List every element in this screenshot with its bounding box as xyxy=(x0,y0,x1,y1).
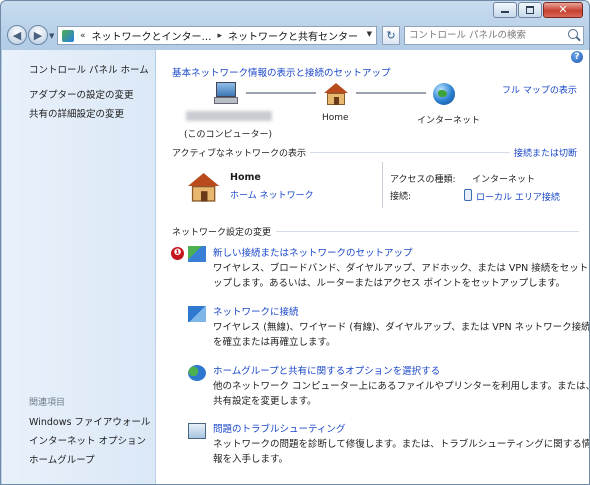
local-area-connection-label: ローカル エリア接続 xyxy=(476,193,560,203)
address-bar[interactable]: « ネットワークとインター… ▸ ネットワークと共有センター ▼ xyxy=(57,26,377,45)
troubleshoot-icon xyxy=(188,423,206,439)
sidebar-change-adapter-settings[interactable]: アダプターの設定の変更 xyxy=(29,87,134,101)
connection-line xyxy=(246,92,316,94)
new-connection-icon xyxy=(188,246,206,262)
sidebar: コントロール パネル ホーム アダプターの設定の変更 共有の詳細設定の変更 関連… xyxy=(2,50,155,484)
troubleshoot-link[interactable]: 問題のトラブルシューティング xyxy=(213,421,345,435)
breadcrumb-network-internet[interactable]: ネットワークとインター… xyxy=(92,28,212,43)
callout-number-badge: ❶ xyxy=(171,247,184,260)
title-bar: ✕ xyxy=(1,1,589,23)
search-box[interactable] xyxy=(404,26,584,45)
troubleshoot-desc-line1: ネットワークの問題を診断して修復します。または、トラブルシューティングに関する情 xyxy=(213,439,590,450)
full-map-link[interactable]: フル マップの表示 xyxy=(502,83,577,96)
window: ✕ ◀ ▶ ▼ « ネットワークとインター… ▸ ネットワークと共有センター ▼… xyxy=(0,0,590,485)
setup-new-connection-desc-line2: ップします。あるいは、ルーターまたはアクセス ポイントをセットアップします。 xyxy=(213,278,566,289)
sidebar-change-advanced-sharing[interactable]: 共有の詳細設定の変更 xyxy=(29,106,124,120)
network-name: Home xyxy=(230,172,261,183)
connect-to-network-link[interactable]: ネットワークに接続 xyxy=(213,304,299,318)
address-dropdown-icon[interactable]: ▼ xyxy=(367,30,372,38)
refresh-button[interactable]: ↻ xyxy=(382,26,400,45)
main-content: ? 基本ネットワーク情報の表示と接続のセットアップ フル マップの表示 (このコ… xyxy=(156,50,589,484)
access-type-value: インターネット xyxy=(472,175,536,185)
connections-label: 接続: xyxy=(390,192,412,202)
home-caption: Home xyxy=(322,113,349,123)
search-input[interactable] xyxy=(409,28,559,43)
help-icon[interactable]: ? xyxy=(571,51,583,63)
back-button[interactable]: ◀ xyxy=(7,25,27,45)
refresh-icon: ↻ xyxy=(386,29,396,42)
setup-new-connection-desc-line1: ワイヤレス、ブロードバンド、ダイヤルアップ、アドホック、または VPN 接続をセ… xyxy=(213,263,590,274)
back-arrow-icon: ◀ xyxy=(12,28,22,42)
sidebar-homegroup[interactable]: ホームグループ xyxy=(29,452,95,466)
active-networks-title: アクティブなネットワークの表示 xyxy=(172,149,307,159)
connection-line xyxy=(356,92,426,94)
computer-caption: (このコンピューター) xyxy=(184,130,273,140)
vertical-divider xyxy=(382,162,383,208)
access-type-label: アクセスの種類: xyxy=(390,175,456,185)
homegroup-sharing-icon xyxy=(188,365,206,381)
breadcrumb-network-sharing-center[interactable]: ネットワークと共有センター xyxy=(228,28,358,43)
homegroup-sharing-desc-line1: 他のネットワーク コンピューター上にあるファイルやプリンターを利用します。または… xyxy=(213,381,590,392)
internet-globe-icon xyxy=(433,83,455,105)
computer-name-redacted xyxy=(186,111,272,121)
internet-caption: インターネット xyxy=(417,116,481,126)
setup-new-connection-link[interactable]: 新しい接続またはネットワークのセットアップ xyxy=(213,245,413,259)
homegroup-sharing-desc-line2: 共有設定を変更します。 xyxy=(213,396,317,407)
close-button[interactable]: ✕ xyxy=(543,2,583,18)
connect-to-network-desc-line1: ワイヤレス (無線)、ワイヤード (有線)、ダイヤルアップ、または VPN ネッ… xyxy=(213,322,590,333)
homegroup-sharing-link[interactable]: ホームグループと共有に関するオプションを選択する xyxy=(213,363,440,377)
forward-button[interactable]: ▶ xyxy=(28,25,48,45)
control-panel-icon xyxy=(62,29,74,42)
window-controls: ✕ xyxy=(492,2,583,18)
ethernet-icon xyxy=(464,189,472,201)
minimize-icon xyxy=(501,7,509,13)
maximize-button[interactable] xyxy=(518,2,542,18)
local-area-connection-link[interactable]: ローカル エリア接続 xyxy=(464,189,560,203)
sidebar-internet-options[interactable]: インターネット オプション xyxy=(29,433,146,447)
change-settings-title: ネットワーク設定の変更 xyxy=(172,228,272,238)
close-icon: ✕ xyxy=(558,3,568,16)
connect-to-network-desc-line2: を確立または再確立します。 xyxy=(213,337,336,348)
breadcrumb-separator[interactable]: ▸ xyxy=(218,31,223,41)
navigation-bar: ◀ ▶ ▼ « ネットワークとインター… ▸ ネットワークと共有センター ▼ ↻ xyxy=(1,23,589,49)
minimize-button[interactable] xyxy=(493,2,517,18)
address-overflow[interactable]: « xyxy=(80,31,86,41)
network-type-link[interactable]: ホーム ネットワーク xyxy=(230,188,314,201)
search-icon[interactable] xyxy=(568,29,578,39)
sidebar-windows-firewall[interactable]: Windows ファイアウォール xyxy=(29,414,150,428)
maximize-icon xyxy=(526,6,534,14)
troubleshoot-desc-line2: 報を入手します。 xyxy=(213,454,289,465)
page-title-link[interactable]: 基本ネットワーク情報の表示と接続のセットアップ xyxy=(172,65,391,79)
connect-disconnect-link[interactable]: 接続または切断 xyxy=(514,146,577,159)
connect-network-icon xyxy=(188,306,206,322)
divider xyxy=(310,152,510,153)
sidebar-control-panel-home[interactable]: コントロール パネル ホーム xyxy=(29,62,149,76)
related-items-label: 関連項目 xyxy=(29,398,66,408)
recent-pages-dropdown[interactable]: ▼ xyxy=(49,32,54,40)
divider xyxy=(276,231,579,232)
computer-icon xyxy=(212,82,238,104)
forward-arrow-icon: ▶ xyxy=(33,28,43,42)
